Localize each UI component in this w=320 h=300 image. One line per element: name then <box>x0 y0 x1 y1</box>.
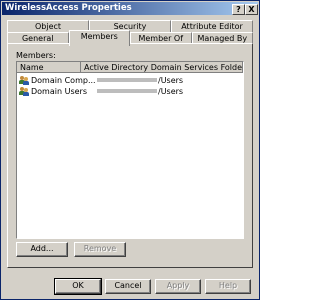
title-bar[interactable]: WirelessAccess Properties ? X <box>2 2 258 15</box>
member-folder: /Users <box>158 86 184 96</box>
member-name: Domain Users <box>31 86 87 96</box>
cancel-button[interactable]: Cancel <box>105 279 151 294</box>
help-button[interactable]: Help <box>205 279 251 294</box>
group-icon <box>19 75 29 85</box>
members-label: Members: <box>16 51 56 60</box>
remove-button[interactable]: Remove <box>74 242 126 257</box>
column-header-folder[interactable]: Active Directory Domain Services Folder <box>81 62 243 73</box>
listview-header: Name Active Directory Domain Services Fo… <box>17 62 243 73</box>
members-panel: Members: Name Active Directory Domain Se… <box>7 43 253 268</box>
members-listview[interactable]: Name Active Directory Domain Services Fo… <box>16 61 244 239</box>
redacted-path <box>97 78 157 82</box>
group-icon <box>19 86 29 96</box>
member-name: Domain Comp... <box>31 75 96 85</box>
ok-button[interactable]: OK <box>54 278 102 295</box>
tab-row-1: Object Security Attribute Editor <box>7 20 253 32</box>
properties-dialog: WirelessAccess Properties ? X Object Sec… <box>0 0 260 300</box>
member-folder: /Users <box>158 75 184 85</box>
tab-members[interactable]: Members <box>68 30 130 46</box>
list-item[interactable]: Domain Users /Users <box>17 86 183 96</box>
redacted-path <box>97 89 157 93</box>
column-header-name[interactable]: Name <box>17 62 81 73</box>
list-item[interactable]: Domain Comp... /Users <box>17 75 183 85</box>
add-button[interactable]: Add... <box>16 242 68 257</box>
apply-button[interactable]: Apply <box>155 279 201 294</box>
window-title: WirelessAccess Properties <box>5 3 132 13</box>
tab-attribute-editor[interactable]: Attribute Editor <box>171 20 253 32</box>
close-title-button[interactable]: X <box>245 4 258 15</box>
help-title-button[interactable]: ? <box>232 4 245 15</box>
